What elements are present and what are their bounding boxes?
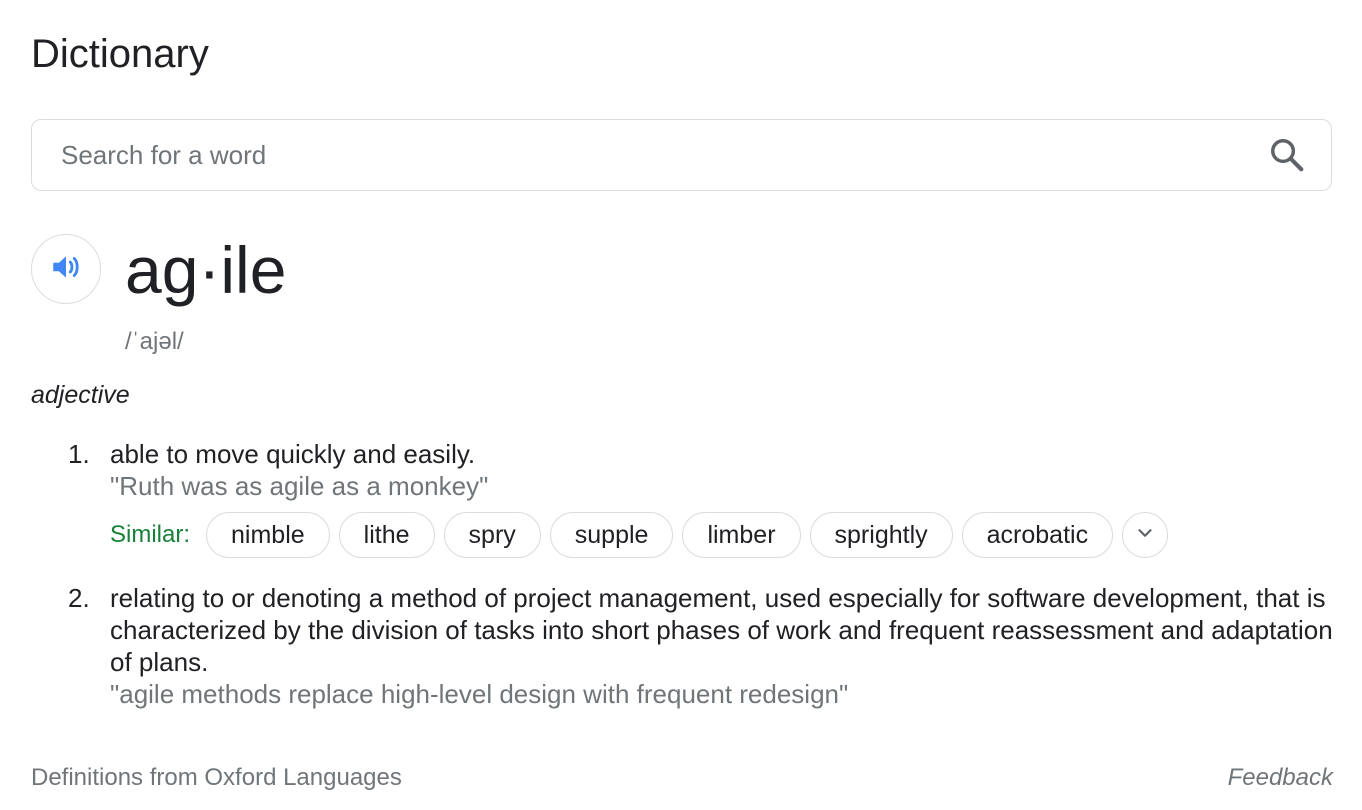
- feedback-link[interactable]: Feedback: [1228, 762, 1333, 794]
- similar-words-row: Similar: nimble lithe spry supple limber…: [110, 512, 1338, 558]
- similar-chip-nimble[interactable]: nimble: [206, 512, 330, 558]
- part-of-speech: adjective: [31, 381, 130, 409]
- dictionary-card: Dictionary ag·ile /ˈajəl/ adjective 1. a…: [0, 0, 1362, 810]
- expand-similar-button[interactable]: [1122, 512, 1169, 558]
- page-title: Dictionary: [31, 32, 209, 76]
- sense-example: "Ruth was as agile as a monkey": [110, 471, 489, 501]
- speaker-icon: [49, 250, 83, 289]
- similar-chip-limber[interactable]: limber: [682, 512, 801, 558]
- headword: ag·ile: [125, 233, 287, 307]
- search-box[interactable]: [31, 119, 1332, 191]
- pronunciation-button[interactable]: [31, 234, 101, 304]
- similar-chip-lithe[interactable]: lithe: [338, 512, 435, 558]
- sense-definition: relating to or denoting a method of proj…: [110, 583, 1333, 677]
- search-icon[interactable]: [1265, 133, 1309, 177]
- sense-1: 1. able to move quickly and easily. "Rut…: [68, 438, 1338, 558]
- similar-label: Similar:: [110, 521, 191, 548]
- similar-chip-sprightly[interactable]: sprightly: [809, 512, 953, 558]
- phonetic-spelling: /ˈajəl/: [125, 328, 184, 355]
- similar-chip-acrobatic[interactable]: acrobatic: [961, 512, 1114, 558]
- similar-chip-spry[interactable]: spry: [443, 512, 541, 558]
- sense-2: 2. relating to or denoting a method of p…: [68, 582, 1338, 710]
- sense-number: 2.: [68, 583, 90, 613]
- search-input[interactable]: [32, 124, 1265, 186]
- definitions-source: Definitions from Oxford Languages: [31, 764, 402, 791]
- sense-example: "agile methods replace high-level design…: [110, 679, 849, 709]
- sense-number: 1.: [68, 439, 90, 469]
- similar-chip-supple[interactable]: supple: [549, 512, 674, 558]
- chevron-down-icon: [1134, 522, 1156, 549]
- sense-definition: able to move quickly and easily.: [110, 439, 476, 469]
